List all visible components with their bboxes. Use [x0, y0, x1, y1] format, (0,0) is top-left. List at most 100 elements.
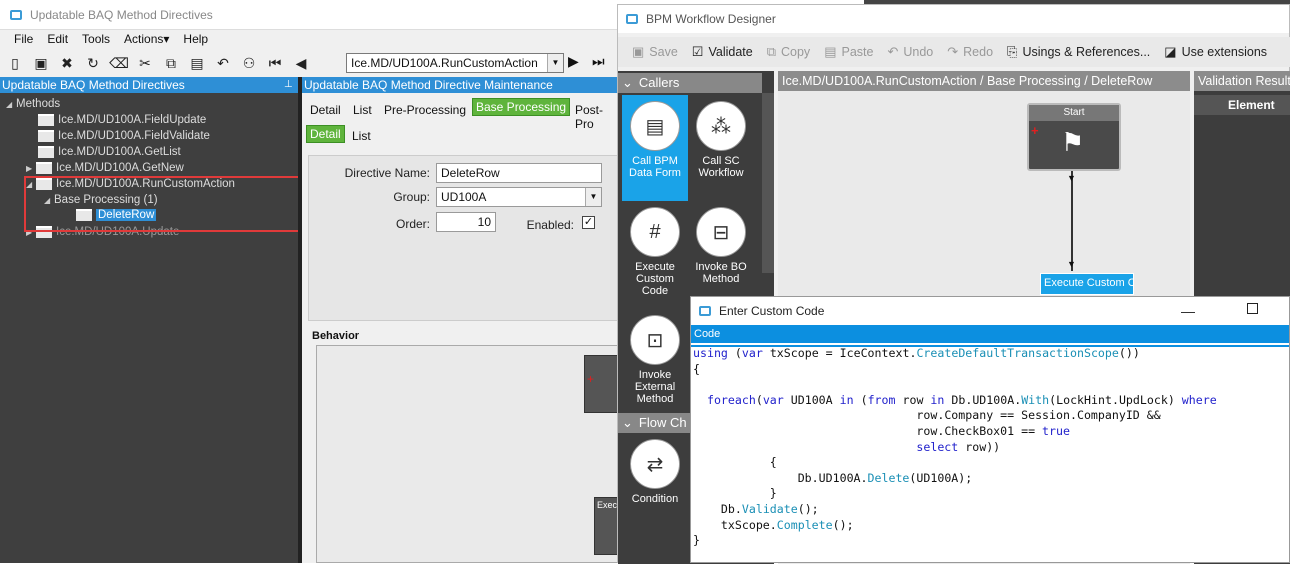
method-selector[interactable]: Ice.MD/UD100A.RunCustomAction ▼: [346, 53, 564, 73]
code-editor[interactable]: using (var txScope = IceContext.CreateDe…: [691, 346, 1289, 549]
usings-references-button[interactable]: ⎘ Usings & References...: [1007, 44, 1150, 60]
subtab-list[interactable]: List: [352, 129, 371, 143]
delete-icon[interactable]: ✖: [56, 53, 78, 73]
code-file-icon: #: [630, 207, 680, 257]
copy-button[interactable]: ⧉ Copy: [767, 44, 810, 60]
custom-code-titlebar: Enter Custom Code —: [691, 297, 1289, 325]
tab-detail[interactable]: Detail: [310, 103, 341, 117]
palette-condition[interactable]: ⇄ Condition: [622, 439, 688, 505]
connector-arrow-icon: ▼: [1067, 173, 1076, 183]
code-line[interactable]: [693, 377, 1289, 393]
chevron-down-icon[interactable]: ▼: [585, 188, 601, 206]
menu-tools[interactable]: Tools: [82, 32, 110, 50]
plus-icon: +: [1031, 123, 1039, 138]
method-selector-value: Ice.MD/UD100A.RunCustomAction: [351, 56, 538, 70]
refresh-icon[interactable]: ↻: [82, 53, 104, 73]
connector-arrow-icon: ▼: [1067, 259, 1076, 269]
new-icon[interactable]: ▯: [4, 53, 26, 73]
palette-scrollbar[interactable]: [762, 93, 774, 273]
code-line[interactable]: }: [693, 533, 1289, 549]
undo-icon: ↶: [887, 44, 899, 59]
directives-tree-panel: Updatable BAQ Method Directives ⊥ ◢ Metho…: [0, 77, 298, 563]
execute-custom-code-node[interactable]: Execute Custom Co: [1040, 273, 1134, 295]
tree-item-fieldupdate[interactable]: Ice.MD/UD100A.FieldUpdate: [38, 114, 206, 126]
validate-button[interactable]: ☑ Validate: [692, 44, 753, 60]
directive-name-field[interactable]: DeleteRow: [436, 163, 602, 183]
tab-list[interactable]: List: [353, 103, 372, 117]
references-icon: ⎘: [1007, 44, 1018, 59]
palette-invoke-external-method[interactable]: ⊡ Invoke External Method: [622, 315, 688, 405]
directive-name-label: Directive Name:: [344, 166, 430, 180]
code-line[interactable]: row.Company == Session.CompanyID &&: [693, 408, 1289, 424]
save-button[interactable]: ▣ Save: [632, 44, 678, 60]
paste-button[interactable]: ▤ Paste: [824, 44, 873, 60]
code-divider: [691, 345, 1289, 347]
app-icon: [626, 14, 638, 24]
tree-item-getnew[interactable]: ▶ Ice.MD/UD100A.GetNew: [26, 162, 184, 174]
pin-icon[interactable]: ⊥: [284, 79, 293, 90]
menu-help[interactable]: Help: [183, 32, 208, 50]
subtab-detail[interactable]: Detail: [306, 125, 345, 143]
code-line[interactable]: Db.UD100A.Delete(UD100A);: [693, 471, 1289, 487]
tree-root[interactable]: ◢ Methods: [6, 98, 60, 110]
last-record-icon[interactable]: ⏭: [592, 53, 605, 70]
palette-invoke-bo-method[interactable]: ⊟ Invoke BO Method: [688, 207, 754, 285]
redo-button[interactable]: ↷ Redo: [947, 44, 993, 60]
tab-base-processing[interactable]: Base Processing: [472, 98, 571, 116]
tab-post-processing[interactable]: Post-Pro: [575, 103, 620, 131]
minimize-icon[interactable]: —: [1181, 303, 1195, 319]
start-node[interactable]: Start + ⚑: [1027, 103, 1121, 171]
undo-icon[interactable]: ↶: [212, 53, 234, 73]
binoculars-icon[interactable]: ⚇: [238, 53, 260, 73]
code-line[interactable]: Db.Validate();: [693, 502, 1289, 518]
copy-icon[interactable]: ⧉: [160, 53, 182, 73]
enabled-checkbox[interactable]: ✓: [582, 216, 595, 229]
code-line[interactable]: row.CheckBox01 == true: [693, 424, 1289, 440]
group-label: Group:: [393, 190, 430, 204]
custom-code-title: Enter Custom Code: [719, 304, 825, 318]
tree-item-getlist[interactable]: Ice.MD/UD100A.GetList: [38, 146, 181, 158]
palette-execute-custom-code[interactable]: # Execute Custom Code: [622, 207, 688, 297]
palette-call-sc-workflow[interactable]: ⁂ Call SC Workflow: [688, 101, 754, 179]
menu-actions[interactable]: Actions▾: [124, 32, 169, 50]
behavior-canvas[interactable]: [316, 345, 620, 563]
menu-edit[interactable]: Edit: [47, 32, 68, 50]
undo-button[interactable]: ↶ Undo: [887, 44, 933, 60]
app-icon: [10, 9, 22, 20]
code-line[interactable]: {: [693, 455, 1289, 471]
code-line[interactable]: {: [693, 362, 1289, 378]
behavior-start-node[interactable]: +: [584, 355, 620, 413]
cut-icon[interactable]: ✂: [134, 53, 156, 73]
order-field[interactable]: 10: [436, 212, 496, 232]
tab-pre-processing[interactable]: Pre-Processing: [384, 103, 466, 117]
directive-maintenance-panel: Updatable BAQ Method Directive Maintenan…: [302, 77, 620, 563]
expand-icon[interactable]: ◢: [6, 100, 16, 109]
expand-icon[interactable]: ▶: [26, 164, 36, 173]
save-icon[interactable]: ▣: [30, 53, 52, 73]
flow-chart-group-header[interactable]: ⌄ Flow Ch: [618, 413, 693, 433]
code-line[interactable]: }: [693, 486, 1289, 502]
enabled-label: Enabled:: [526, 218, 574, 232]
extensions-icon: ◪: [1164, 44, 1177, 59]
clear-icon[interactable]: ⌫: [108, 53, 130, 73]
code-line[interactable]: using (var txScope = IceContext.CreateDe…: [693, 346, 1289, 362]
first-record-icon[interactable]: ⏮: [264, 53, 286, 73]
code-line[interactable]: foreach(var UD100A in (from row in Db.UD…: [693, 393, 1289, 409]
chevron-down-icon[interactable]: ▼: [547, 54, 563, 72]
code-line[interactable]: select row)): [693, 440, 1289, 456]
group-select[interactable]: UD100A ▼: [436, 187, 602, 207]
palette-call-bpm-data-form[interactable]: ▤ Call BPM Data Form: [622, 95, 688, 201]
tree-item-fieldvalidate[interactable]: Ice.MD/UD100A.FieldValidate: [38, 130, 210, 142]
menu-file[interactable]: File: [14, 32, 33, 50]
save-icon: ▣: [632, 44, 645, 59]
element-column-header[interactable]: Element: [1194, 95, 1290, 115]
code-line[interactable]: txScope.Complete();: [693, 518, 1289, 534]
prev-record-icon[interactable]: ◀: [290, 53, 312, 73]
paste-icon[interactable]: ▤: [186, 53, 208, 73]
maximize-icon[interactable]: [1247, 303, 1258, 314]
next-record-icon[interactable]: ▶: [568, 53, 579, 70]
use-extensions-button[interactable]: ◪ Use extensions: [1164, 44, 1267, 60]
callers-group-header[interactable]: ⌄ Callers: [618, 73, 762, 93]
folder-icon: [38, 114, 54, 126]
code-tab[interactable]: Code: [691, 325, 1289, 343]
